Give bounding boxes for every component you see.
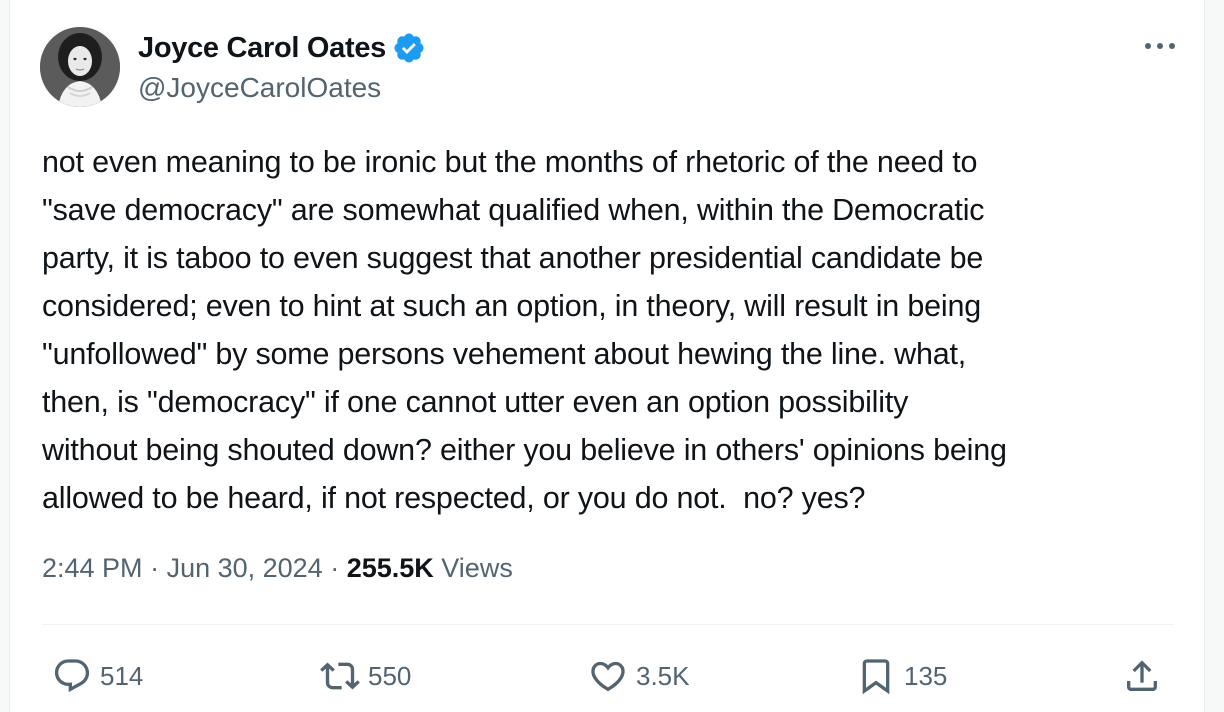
repost-button[interactable]: 550 <box>320 648 411 704</box>
repost-icon <box>320 656 360 696</box>
reply-button[interactable]: 514 <box>52 648 143 704</box>
tweet-date[interactable]: Jun 30, 2024 <box>167 553 323 584</box>
verified-badge-icon[interactable] <box>392 31 426 65</box>
tweet-metadata: 2:44 PM · Jun 30, 2024 · 255.5K Views <box>42 553 513 584</box>
divider <box>42 624 1174 625</box>
meta-separator: · <box>322 553 347 583</box>
tweet-card: Joyce Carol Oates @JoyceCarolOates not e… <box>9 0 1205 712</box>
reply-icon <box>52 656 92 696</box>
views-label: Views <box>433 553 513 583</box>
author-display-name[interactable]: Joyce Carol Oates <box>138 32 386 65</box>
reply-count: 514 <box>100 660 144 691</box>
bookmark-icon <box>856 656 896 696</box>
share-icon <box>1122 656 1162 696</box>
like-icon <box>588 656 628 696</box>
views-count[interactable]: 255.5K <box>347 553 434 584</box>
more-icon[interactable] <box>1140 34 1180 58</box>
author-handle[interactable]: @JoyceCarolOates <box>138 72 381 104</box>
author-name-row: Joyce Carol Oates <box>138 29 426 67</box>
bookmark-button[interactable]: 135 <box>856 648 947 704</box>
tweet-time[interactable]: 2:44 PM <box>42 553 143 584</box>
meta-separator: · <box>142 553 167 583</box>
like-count: 3.5K <box>636 660 690 691</box>
action-bar: 514 550 3.5K 135 <box>10 648 1206 704</box>
tweet-text: not even meaning to be ironic but the mo… <box>42 145 1007 515</box>
share-button[interactable] <box>1122 648 1162 704</box>
bookmark-count: 135 <box>904 660 948 691</box>
avatar-image <box>40 27 120 107</box>
avatar[interactable] <box>40 27 120 107</box>
like-button[interactable]: 3.5K <box>588 648 690 704</box>
repost-count: 550 <box>368 660 412 691</box>
